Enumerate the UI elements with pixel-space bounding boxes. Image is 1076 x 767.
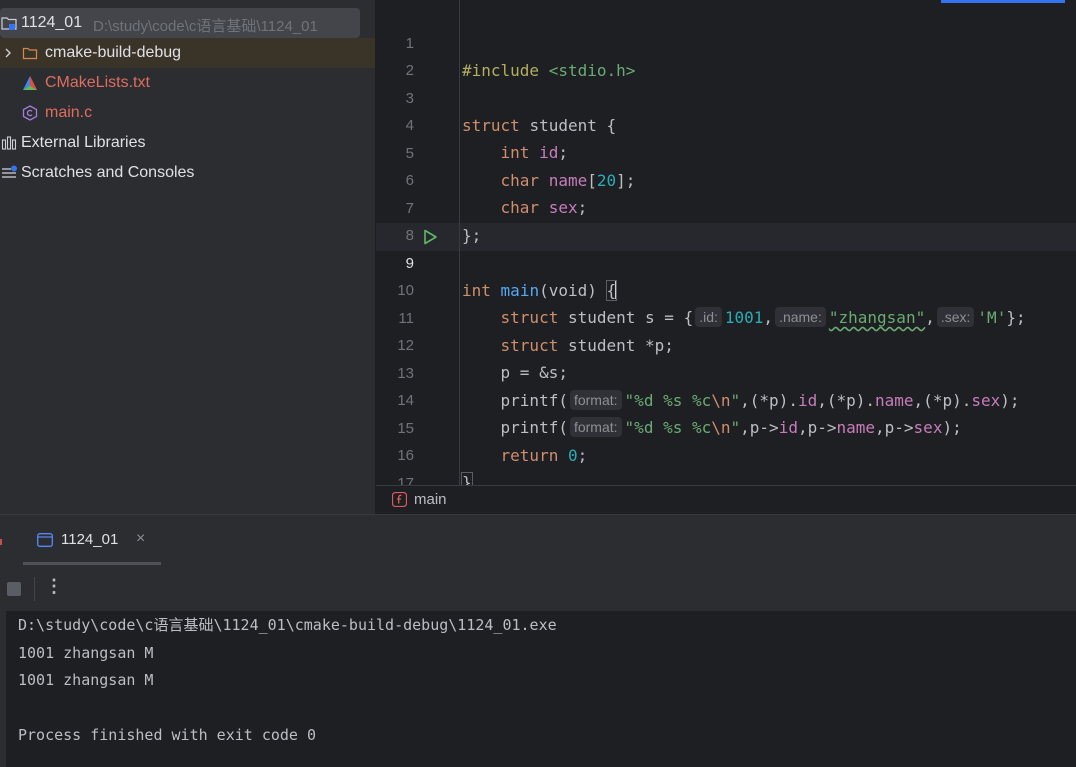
code-line: 5 char name[20]; [376, 113, 1076, 190]
close-icon[interactable]: × [136, 530, 145, 548]
tree-item-label: main.c [45, 104, 93, 121]
chevron-right-icon[interactable] [3, 46, 13, 60]
code-line: 14 printf(format: "%d %s %c\n",p->id,p->n… [376, 360, 1076, 437]
code-line: 10 struct student s = {.id: 1001, .name: "z… [376, 250, 1076, 327]
code-line: 8 [376, 195, 1076, 244]
code-line: 3 struct student { [376, 58, 1076, 135]
code-line: 15 return 0; [376, 388, 1076, 465]
project-panel: 1124_01 D:\study\code\c语言基础\1124_01 cmak… [0, 0, 375, 514]
code-line: 9 int main(void) { [376, 223, 1076, 301]
tree-item-cmakelists[interactable]: CMakeLists.txt [0, 68, 375, 98]
run-tab-bar: 1124_01 × [0, 515, 1076, 565]
console-line: Process finished with exit code 0 [18, 726, 317, 744]
folder-icon [22, 47, 38, 60]
tree-item-scratches[interactable]: Scratches and Consoles [0, 158, 375, 188]
toolbar-divider [34, 577, 35, 601]
run-tool-window: 1124_01 × ⋮ D:\study\code\c语言基础\1124_01\… [0, 514, 1076, 767]
code-line: 12 p = &s; [376, 305, 1076, 382]
code-line: 13 printf(format: "%d %s %c\n",(*p).id,(*… [376, 333, 1076, 410]
tree-item-label: External Libraries [21, 134, 146, 151]
breadcrumb: main [376, 485, 1076, 515]
code-line: 7 }; [376, 168, 1076, 245]
code-line: 1 #include <stdio.h> [376, 3, 1076, 80]
line-number: 17 [397, 475, 414, 485]
project-root-item[interactable]: 1124_01 D:\study\code\c语言基础\1124_01 [0, 8, 375, 38]
code-line: 6 char sex; [376, 140, 1076, 217]
tree-item-label: cmake-build-debug [45, 44, 182, 61]
tree-item-label: CMakeLists.txt [45, 74, 150, 91]
project-root-path: D:\study\code\c语言基础\1124_01 [93, 18, 318, 35]
console-line: D:\study\code\c语言基础\1124_01\cmake-build-… [18, 616, 557, 634]
code-line: 16 } [376, 415, 1076, 485]
scratches-icon [2, 165, 17, 178]
tree-item-label: Scratches and Consoles [21, 164, 195, 181]
module-folder-icon [1, 17, 17, 30]
console-line: 1001 zhangsan M [18, 671, 154, 689]
run-tab-label: 1124_01 [61, 531, 119, 548]
tree-item-external-libraries[interactable]: External Libraries [0, 128, 375, 158]
function-icon [392, 492, 407, 507]
tree-item-cmake-build-debug[interactable]: cmake-build-debug [0, 38, 375, 68]
breadcrumb-item-main[interactable]: main [414, 491, 447, 508]
gutter-separator [459, 0, 460, 485]
token: } [461, 472, 473, 485]
code-line: 11 struct student *p; [376, 278, 1076, 355]
project-root-label: 1124_01 [21, 14, 83, 31]
run-gutter-icon[interactable] [421, 228, 439, 246]
tree-item-main-c[interactable]: main.c [0, 98, 375, 128]
code-line: 4 int id; [376, 85, 1076, 162]
cmake-icon [23, 76, 37, 90]
console-icon [37, 533, 53, 547]
console-output[interactable]: D:\study\code\c语言基础\1124_01\cmake-build-… [0, 611, 1076, 767]
code-line: 17 [376, 443, 1076, 485]
more-options-icon[interactable]: ⋮ [44, 576, 64, 597]
code-line: 2 [376, 30, 1076, 79]
console-line: 1001 zhangsan M [18, 644, 154, 662]
code-editor[interactable]: 1 #include <stdio.h> 2 3 struct student … [376, 0, 1076, 485]
run-tab[interactable]: 1124_01 × [23, 515, 161, 565]
run-toolbar: ⋮ [0, 565, 1076, 612]
c-file-icon [22, 105, 38, 121]
stop-button[interactable] [7, 582, 21, 596]
libraries-icon [1, 136, 17, 150]
